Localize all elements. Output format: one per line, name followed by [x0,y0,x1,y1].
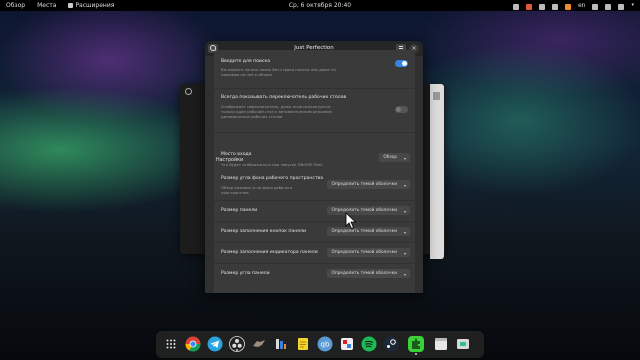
location-pin-icon [185,88,192,95]
switch-knob [402,61,407,66]
svg-text:qb: qb [321,341,330,349]
spotify-icon[interactable] [361,336,377,352]
top-bar: Обзор Места Расширения Ср, 6 октября 20:… [0,0,640,11]
puzzle-icon [68,3,74,8]
startup-status-dropdown[interactable]: Обзор ▾ [379,153,410,162]
steam-icon[interactable] [383,336,399,352]
row-title: Размер заполнения индикатора панели [221,250,318,255]
row-title: Размер панели [221,208,258,213]
places-menu[interactable]: Места [37,0,56,11]
row-title: Введите для поиска [221,59,271,64]
keyboard-layout-indicator[interactable]: en [578,0,586,11]
row-subtitle: Вы можете начать поиск без строки поиска… [221,67,336,77]
panel-indicator-padding-dropdown[interactable]: Определить темой оболочки ▾ [327,248,410,257]
system-menu-arrow[interactable]: ▾ [631,0,634,11]
scripts-icon[interactable] [273,336,289,352]
activities-button[interactable]: Обзор [6,0,25,11]
customize-card: Размер угла фона рабочего пространства О… [214,170,415,293]
panel-button-padding-dropdown[interactable]: Определить темой оболочки ▾ [327,227,410,236]
row-title: Размер угла панели [221,271,270,276]
dropdown-value: Определить темой оболочки [331,229,397,234]
dock: qb [156,331,484,358]
power-icon[interactable] [618,3,625,10]
hamburger-icon [399,46,403,47]
row-title: Размер заполнения кнопок панели [221,229,306,234]
type-to-search-switch[interactable] [395,60,408,67]
running-indicator [415,353,417,355]
chevron-down-icon: ▾ [403,183,406,188]
chevron-down-icon: ▾ [403,230,406,235]
row-workspace-bg-corner: Размер угла фона рабочего пространства О… [214,170,415,201]
panel-corner-size-dropdown[interactable]: Определить темой оболочки ▾ [327,269,410,278]
row-panel-corner-size: Размер угла панели Определить темой обол… [214,263,415,284]
photos-icon[interactable] [339,336,355,352]
wolf-icon[interactable] [251,336,267,352]
extensions-icon[interactable] [408,336,424,355]
row-panel-size: Размер панели Определить темой оболочки ▾ [214,200,415,222]
row-type-to-search: Введите для поиска Вы можете начать поис… [214,50,415,89]
dropdown-value: Определить темой оболочки [331,182,397,187]
row-title: Всегда показывать переключатель рабочих … [221,95,347,100]
extensions-menu[interactable]: Расширения [68,0,114,11]
dropdown-value: Определить темой оболочки [331,271,397,276]
background-window-button [433,92,440,100]
chevron-down-icon: ▾ [403,272,406,277]
settings-content[interactable]: Введите для поиска Вы можете начать поис… [205,50,423,293]
row-subtitle: Отображает переключатель, даже если испо… [221,104,332,119]
network-icon[interactable] [592,3,599,10]
chevron-down-icon: ▾ [403,251,406,256]
dropdown-value: Определить темой оболочки [331,208,397,213]
tray-cloud-icon[interactable] [551,3,558,10]
chevron-down-icon: ▾ [403,156,406,161]
mouse-pointer-icon [345,212,357,230]
section-title: Настройки [216,158,244,163]
just-perfection-window: Just Perfection × Введите для поиска Вы … [205,41,423,293]
files-icon[interactable] [433,336,449,352]
chevron-down-icon: ▾ [403,209,406,214]
tray-update-icon[interactable] [564,3,571,10]
dropdown-value: Определить темой оболочки [331,250,397,255]
row-title: Место входа [221,152,252,157]
workspace-bg-corner-dropdown[interactable]: Определить темой оболочки ▾ [327,180,410,189]
tray-record-icon[interactable] [525,3,532,10]
row-panel-button-padding: Размер заполнения кнопок панели Определи… [214,221,415,243]
obs-icon[interactable] [229,336,245,352]
row-title: Размер угла фона рабочего пространства [221,176,324,181]
panel-size-dropdown[interactable]: Определить темой оболочки ▾ [327,206,410,215]
running-indicator [236,349,238,351]
tray-app-icon[interactable] [512,3,519,10]
background-window-right[interactable] [430,84,444,259]
tray-bell-icon[interactable] [538,3,545,10]
dropdown-value: Обзор [383,155,397,160]
app-grid-icon[interactable] [163,336,179,352]
notes-icon[interactable] [295,336,311,352]
qbittorrent-icon[interactable]: qb [317,336,333,352]
clock[interactable]: Ср, 6 октября 20:40 [289,2,351,9]
row-workspace-switcher: Всегда показывать переключатель рабочих … [214,88,415,133]
switch-knob [396,107,401,112]
extensions-label: Расширения [75,2,115,9]
disks-icon[interactable] [455,336,471,352]
workspace-switcher-switch[interactable] [395,106,408,113]
row-subtitle: Обзор размера угла фона рабочего простра… [221,185,293,195]
telegram-icon[interactable] [207,336,223,352]
volume-icon[interactable] [605,3,612,10]
row-panel-indicator-padding: Размер заполнения индикатора панели Опре… [214,242,415,264]
chrome-icon[interactable] [185,336,201,352]
